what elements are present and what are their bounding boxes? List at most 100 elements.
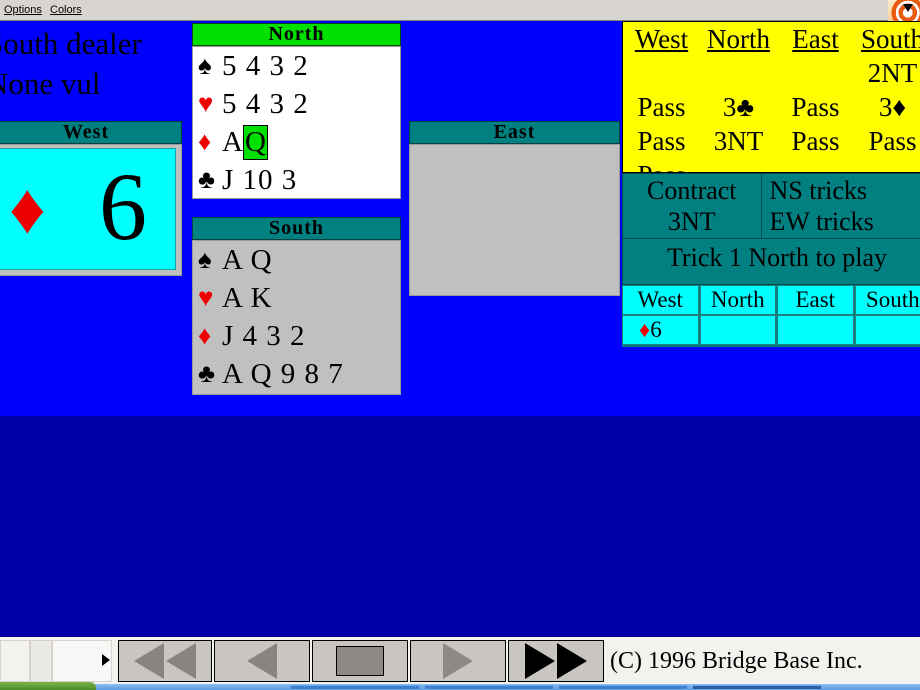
diamond-icon: ♦ — [198, 127, 212, 156]
auction-bid: Pass — [791, 92, 840, 122]
contract-cell: Contract 3NT — [623, 174, 762, 238]
double-right-triangle-icon — [525, 643, 555, 679]
ns-tricks-label: NS tricks — [769, 176, 868, 205]
os-taskbar-item[interactable] — [558, 685, 688, 690]
stop-button[interactable] — [312, 640, 408, 682]
south-diamonds-line: ♦ J 4 3 2 — [193, 317, 400, 355]
east-title: East — [409, 121, 620, 144]
current-trick-plays-row: ♦6 — [622, 315, 920, 345]
south-spades-line: ♠ A Q — [193, 241, 400, 279]
trick-header-west: West — [622, 285, 699, 315]
west-hand-panel: West ♦ 6 — [0, 119, 184, 276]
auction-bid: 3♦ — [878, 92, 907, 122]
south-hearts-line: ♥ A K — [193, 279, 400, 317]
west-played-card-rank: 6 — [99, 153, 147, 261]
auction-bid: Pass — [623, 158, 700, 172]
deal-information: South dealer None vul — [0, 25, 196, 103]
north-cards: ♠ 5 4 3 2 ♥ 5 4 3 2 ♦ AQ ♣ J 10 3 — [192, 46, 401, 199]
auction-bid: Pass — [868, 126, 917, 156]
board-lower-area — [0, 416, 920, 636]
auction-row: 2NT — [623, 56, 920, 90]
contract-label: Contract — [647, 176, 737, 205]
os-taskbar-item[interactable] — [424, 685, 554, 690]
south-clubs-line: ♣ A Q 9 8 7 — [193, 355, 400, 393]
diamond-icon: ♦ — [9, 169, 46, 249]
vulnerability-text: None vul — [0, 66, 101, 101]
south-spades-cards[interactable]: A Q — [222, 244, 273, 277]
south-cards: ♠ A Q ♥ A K ♦ J 4 3 2 ♣ A Q 9 8 7 — [192, 240, 401, 395]
menu-item-options-label: Options — [4, 4, 42, 16]
os-start-button[interactable] — [0, 682, 96, 690]
auction-header-row: West North East South — [623, 22, 920, 56]
dealer-text: South dealer — [0, 26, 142, 61]
trick-play-west-rank: 6 — [650, 317, 662, 342]
double-left-triangle-icon — [166, 643, 196, 679]
square-icon — [336, 646, 384, 676]
north-spades-line: ♠ 5 4 3 2 — [193, 47, 400, 85]
menu-item-colors[interactable]: Colors — [46, 3, 86, 18]
auction-bid — [700, 56, 777, 90]
trick-play-west: ♦6 — [622, 315, 699, 345]
east-cards — [409, 144, 620, 296]
toolbar-overflow-arrow-icon[interactable] — [102, 654, 110, 666]
south-title: South — [192, 217, 401, 240]
auction-row: Pass 3NT Pass Pass — [623, 124, 920, 158]
west-title: West — [0, 121, 182, 144]
heart-icon: ♥ — [198, 89, 214, 118]
auction-bid: Pass — [637, 92, 686, 122]
auction-header-east: East — [792, 24, 839, 54]
north-hearts-line: ♥ 5 4 3 2 — [193, 85, 400, 123]
west-played-card[interactable]: ♦ 6 — [0, 148, 176, 270]
auction-table: West North East South 2NT Pass 3♣ Pass 3… — [622, 21, 920, 173]
club-icon: ♣ — [198, 359, 216, 388]
north-hearts-cards[interactable]: 5 4 3 2 — [222, 88, 309, 121]
double-right-triangle-icon — [557, 643, 587, 679]
auction-bid — [777, 56, 854, 90]
bridge-game-window: Options Colors South dealer None vul Nor… — [0, 0, 920, 690]
auction-header-west: West — [634, 24, 689, 54]
copyright-text: (C) 1996 Bridge Base Inc. — [610, 648, 863, 674]
spade-icon: ♠ — [198, 51, 212, 80]
toolbar-blank-mid — [30, 640, 52, 682]
auction-row: Pass 3♣ Pass 3♦ — [623, 90, 920, 124]
north-selected-card[interactable]: Q — [242, 124, 268, 160]
contract-value: 3NT — [667, 207, 716, 236]
auction-bid: Pass — [637, 126, 686, 156]
east-hand-panel: East — [407, 119, 622, 296]
south-diamonds-cards[interactable]: J 4 3 2 — [222, 320, 306, 353]
trick-play-south — [854, 315, 920, 345]
north-title: North — [192, 23, 401, 46]
trick-play-east — [777, 315, 854, 345]
contract-info-box: Contract 3NT NS tricks EW tricks Trick 1… — [622, 173, 920, 285]
auction-bid — [700, 158, 777, 172]
right-triangle-outline-icon — [443, 643, 473, 679]
os-taskbar-item-active[interactable] — [692, 685, 822, 690]
left-triangle-icon — [247, 643, 277, 679]
auction-bid: 3NT — [713, 126, 764, 156]
north-spades-cards[interactable]: 5 4 3 2 — [222, 50, 309, 83]
west-cards: ♦ 6 — [0, 144, 182, 276]
north-hand-panel: North ♠ 5 4 3 2 ♥ 5 4 3 2 ♦ AQ ♣ J 10 3 — [190, 21, 403, 199]
previous-deal-button[interactable] — [214, 640, 310, 682]
double-left-triangle-icon — [134, 643, 164, 679]
diamond-icon: ♦ — [639, 317, 651, 342]
os-taskbar-item[interactable] — [290, 685, 420, 690]
north-clubs-cards[interactable]: J 10 3 — [222, 164, 297, 197]
south-hearts-cards[interactable]: A K — [222, 282, 273, 315]
ew-tricks-label: EW tricks — [769, 207, 874, 236]
contract-info-grid: Contract 3NT NS tricks EW tricks — [623, 174, 920, 238]
south-clubs-cards[interactable]: A Q 9 8 7 — [222, 358, 344, 391]
auction-bid: 2NT — [867, 58, 918, 88]
club-icon: ♣ — [198, 165, 216, 194]
current-trick-table: West North East South ♦6 — [622, 285, 920, 347]
tricks-cell: NS tricks EW tricks — [762, 174, 920, 238]
game-board: South dealer None vul North ♠ 5 4 3 2 ♥ … — [0, 21, 920, 636]
first-deal-button[interactable] — [118, 640, 212, 682]
south-hand-panel: South ♠ A Q ♥ A K ♦ J 4 3 2 ♣ A Q 9 8 7 — [190, 215, 403, 395]
north-diamonds-cards[interactable]: A — [222, 126, 244, 159]
menu-item-colors-label: Colors — [50, 4, 82, 16]
next-trick-button[interactable] — [410, 640, 506, 682]
play-forward-button[interactable] — [508, 640, 604, 682]
menu-item-options[interactable]: Options — [0, 3, 46, 18]
auction-row: Pass — [623, 158, 920, 172]
